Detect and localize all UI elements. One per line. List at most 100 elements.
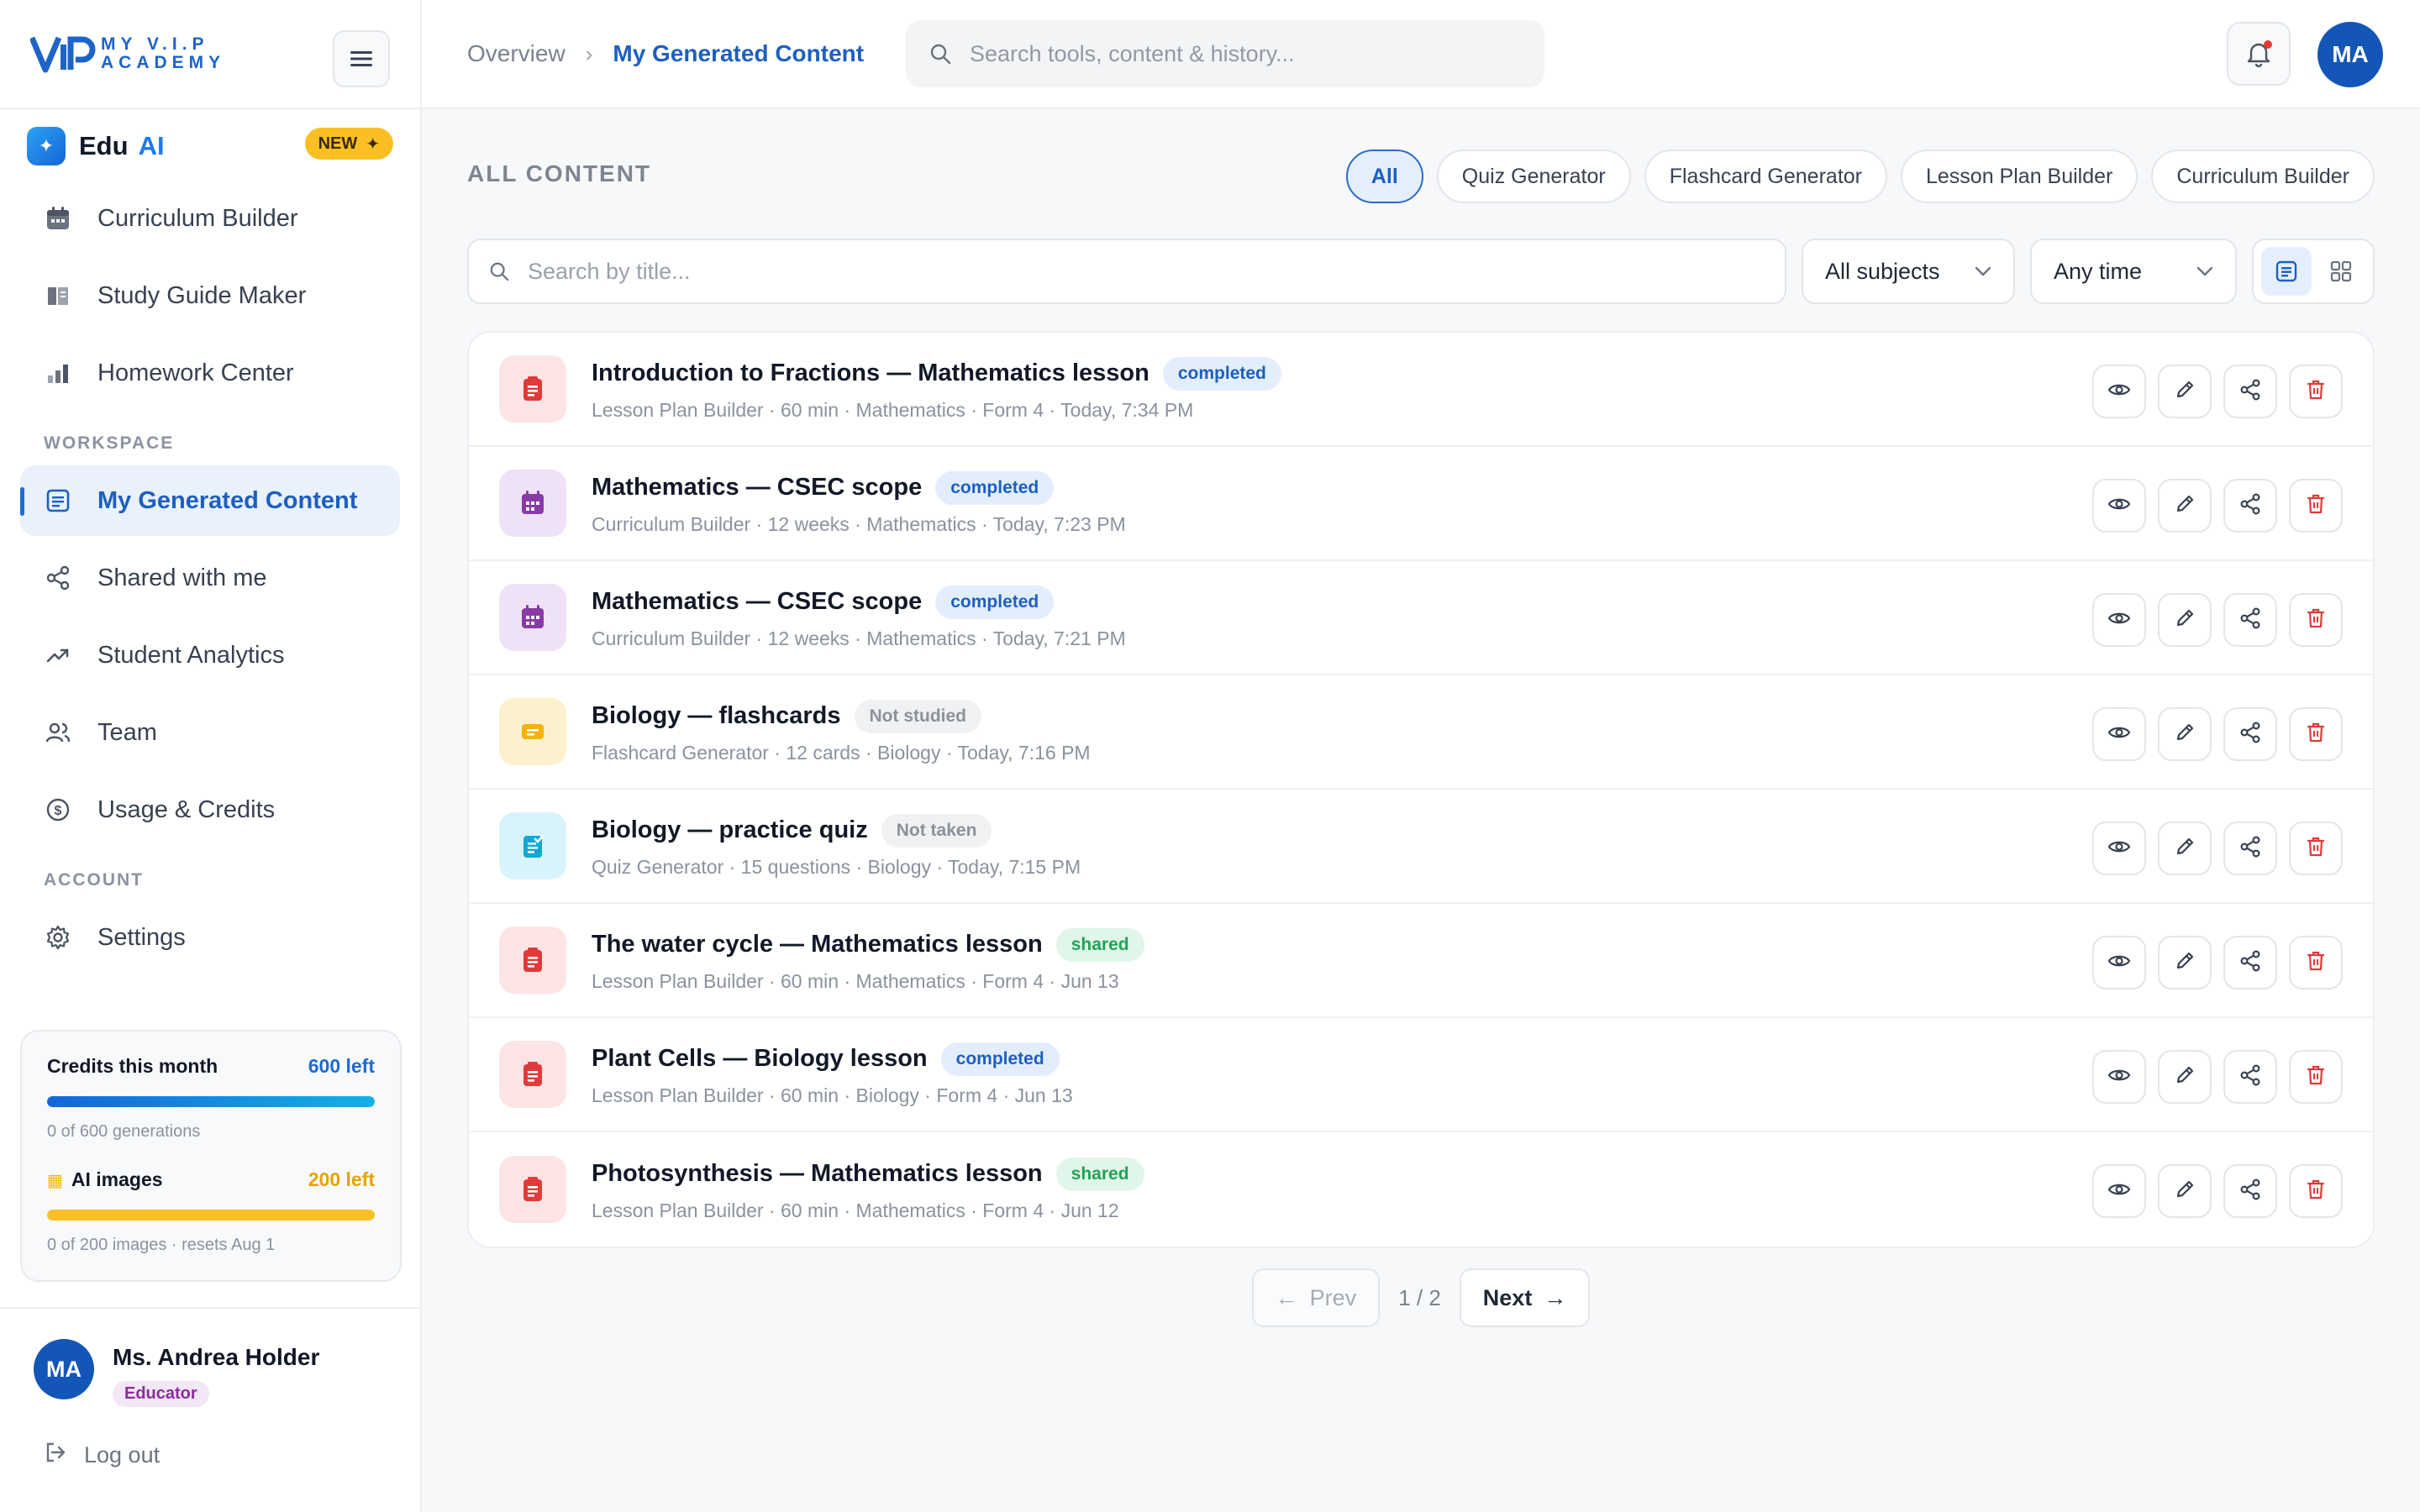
prev-page-button[interactable]: ← Prev (1251, 1268, 1381, 1327)
content-row[interactable]: Photosynthesis — Mathematics lesson share… (469, 1132, 2373, 1247)
svg-text:$: $ (55, 804, 62, 818)
global-search-input[interactable] (968, 39, 1521, 68)
pagination: ← Prev 1 / 2 Next → (467, 1268, 2375, 1327)
lesson-type-icon (499, 355, 566, 423)
share-button[interactable] (2223, 822, 2277, 875)
delete-button[interactable] (2289, 707, 2343, 761)
nav-study-guide-maker[interactable]: Study Guide Maker (20, 260, 400, 331)
avatar[interactable]: MA (34, 1339, 94, 1399)
view-button[interactable] (2092, 707, 2146, 761)
delete-button[interactable] (2289, 365, 2343, 418)
credits-left: 600 left (308, 1055, 375, 1077)
time-value: Any time (2054, 258, 2143, 284)
prev-label: Prev (1309, 1284, 1357, 1310)
delete-button[interactable] (2289, 593, 2343, 647)
view-button[interactable] (2092, 479, 2146, 533)
edit-button[interactable] (2158, 365, 2212, 418)
view-toggle (2252, 239, 2375, 304)
edit-button[interactable] (2158, 479, 2212, 533)
nav-usage-credits[interactable]: $ Usage & Credits (20, 774, 400, 845)
row-title[interactable]: The water cycle — Mathematics lesson (592, 931, 1043, 958)
title-search-input[interactable] (526, 257, 1765, 286)
content-row[interactable]: Introduction to Fractions — Mathematics … (469, 333, 2373, 447)
content-row[interactable]: The water cycle — Mathematics lesson shar… (469, 904, 2373, 1018)
nav-label: My Generated Content (97, 486, 358, 514)
share-button[interactable] (2223, 1050, 2277, 1104)
content-row[interactable]: Biology — practice quiz Not taken Quiz Gen… (469, 790, 2373, 904)
view-button[interactable] (2092, 936, 2146, 990)
delete-button[interactable] (2289, 822, 2343, 875)
row-meta: Curriculum Builder · 12 weeks · Mathemat… (592, 512, 1126, 535)
view-button[interactable] (2092, 1164, 2146, 1218)
row-title[interactable]: Mathematics — CSEC scope (592, 474, 922, 501)
view-button[interactable] (2092, 822, 2146, 875)
ai-images-left: 200 left (308, 1168, 375, 1190)
edit-button[interactable] (2158, 936, 2212, 990)
time-select[interactable]: Any time (2030, 239, 2237, 304)
row-title[interactable]: Biology — practice quiz (592, 816, 868, 844)
view-button[interactable] (2092, 1050, 2146, 1104)
profile-avatar[interactable]: MA (2317, 22, 2383, 87)
pencil-icon (2174, 722, 2196, 748)
nav-team[interactable]: Team (20, 697, 400, 768)
eye-icon (2107, 724, 2131, 745)
edit-button[interactable] (2158, 1164, 2212, 1218)
nav-homework-center[interactable]: Homework Center (20, 338, 400, 408)
nav-settings[interactable]: Settings (20, 902, 400, 973)
row-meta: Curriculum Builder · 12 weeks · Mathemat… (592, 627, 1126, 649)
topbar: Overview › My Generated Content MA (422, 0, 2420, 109)
delete-button[interactable] (2289, 479, 2343, 533)
delete-button[interactable] (2289, 1050, 2343, 1104)
row-actions (2092, 593, 2343, 647)
next-page-button[interactable]: Next → (1459, 1268, 1591, 1327)
search-icon (490, 262, 509, 281)
row-title[interactable]: Mathematics — CSEC scope (592, 588, 922, 616)
nav-shared-with-me[interactable]: Shared with me (20, 543, 400, 613)
grid-view-button[interactable] (2316, 247, 2366, 296)
content-row[interactable]: Biology — flashcards Not studied Flashcard… (469, 675, 2373, 790)
filter-all[interactable]: All (1345, 150, 1423, 203)
share-button[interactable] (2223, 365, 2277, 418)
view-button[interactable] (2092, 365, 2146, 418)
row-title[interactable]: Biology — flashcards (592, 702, 841, 730)
share-button[interactable] (2223, 479, 2277, 533)
chevron-right-icon: › (585, 40, 593, 66)
edit-button[interactable] (2158, 822, 2212, 875)
list-view-button[interactable] (2260, 247, 2312, 296)
nav-my-generated-content[interactable]: My Generated Content (20, 465, 400, 536)
status-badge: completed (1162, 356, 1281, 391)
content-row[interactable]: Plant Cells — Biology lesson completed Les… (469, 1018, 2373, 1132)
logout-button[interactable]: Log out (44, 1441, 387, 1470)
edit-button[interactable] (2158, 1050, 2212, 1104)
notifications-button[interactable] (2227, 22, 2291, 86)
breadcrumb-overview[interactable]: Overview (467, 40, 566, 67)
nav-curriculum-builder[interactable]: Curriculum Builder (20, 183, 400, 254)
content-row[interactable]: Mathematics — CSEC scope completed Curricu… (469, 561, 2373, 675)
filter-chips: All Quiz Generator Flashcard Generator L… (1345, 150, 2375, 203)
share-button[interactable] (2223, 593, 2277, 647)
row-title[interactable]: Photosynthesis — Mathematics lesson (592, 1160, 1043, 1188)
row-title[interactable]: Introduction to Fractions — Mathematics … (592, 360, 1150, 387)
edit-button[interactable] (2158, 707, 2212, 761)
nav-student-analytics[interactable]: Student Analytics (20, 620, 400, 690)
vip-logo-icon[interactable] (30, 33, 96, 75)
view-button[interactable] (2092, 593, 2146, 647)
menu-toggle-button[interactable] (333, 30, 390, 87)
filter-curriculum-builder[interactable]: Curriculum Builder (2151, 150, 2375, 203)
share-button[interactable] (2223, 936, 2277, 990)
share-button[interactable] (2223, 707, 2277, 761)
row-title[interactable]: Plant Cells — Biology lesson (592, 1045, 928, 1073)
filter-flashcard-generator[interactable]: Flashcard Generator (1644, 150, 1887, 203)
content-row[interactable]: Mathematics — CSEC scope completed Curricu… (469, 447, 2373, 561)
delete-button[interactable] (2289, 1164, 2343, 1218)
filter-quiz-generator[interactable]: Quiz Generator (1436, 150, 1631, 203)
delete-button[interactable] (2289, 936, 2343, 990)
subjects-select[interactable]: All subjects (1802, 239, 2015, 304)
edit-button[interactable] (2158, 593, 2212, 647)
share-button[interactable] (2223, 1164, 2277, 1218)
sidebar: MY V.I.P ACADEMY ✦ Edu AI NEW ✦ Curricul… (0, 0, 422, 1512)
row-text: The water cycle — Mathematics lesson shar… (592, 927, 1144, 993)
tool-nav: Curriculum Builder Study Guide Maker Hom… (0, 183, 420, 408)
eduai-header[interactable]: ✦ Edu AI NEW ✦ (0, 109, 420, 183)
filter-lesson-plan-builder[interactable]: Lesson Plan Builder (1901, 150, 2139, 203)
